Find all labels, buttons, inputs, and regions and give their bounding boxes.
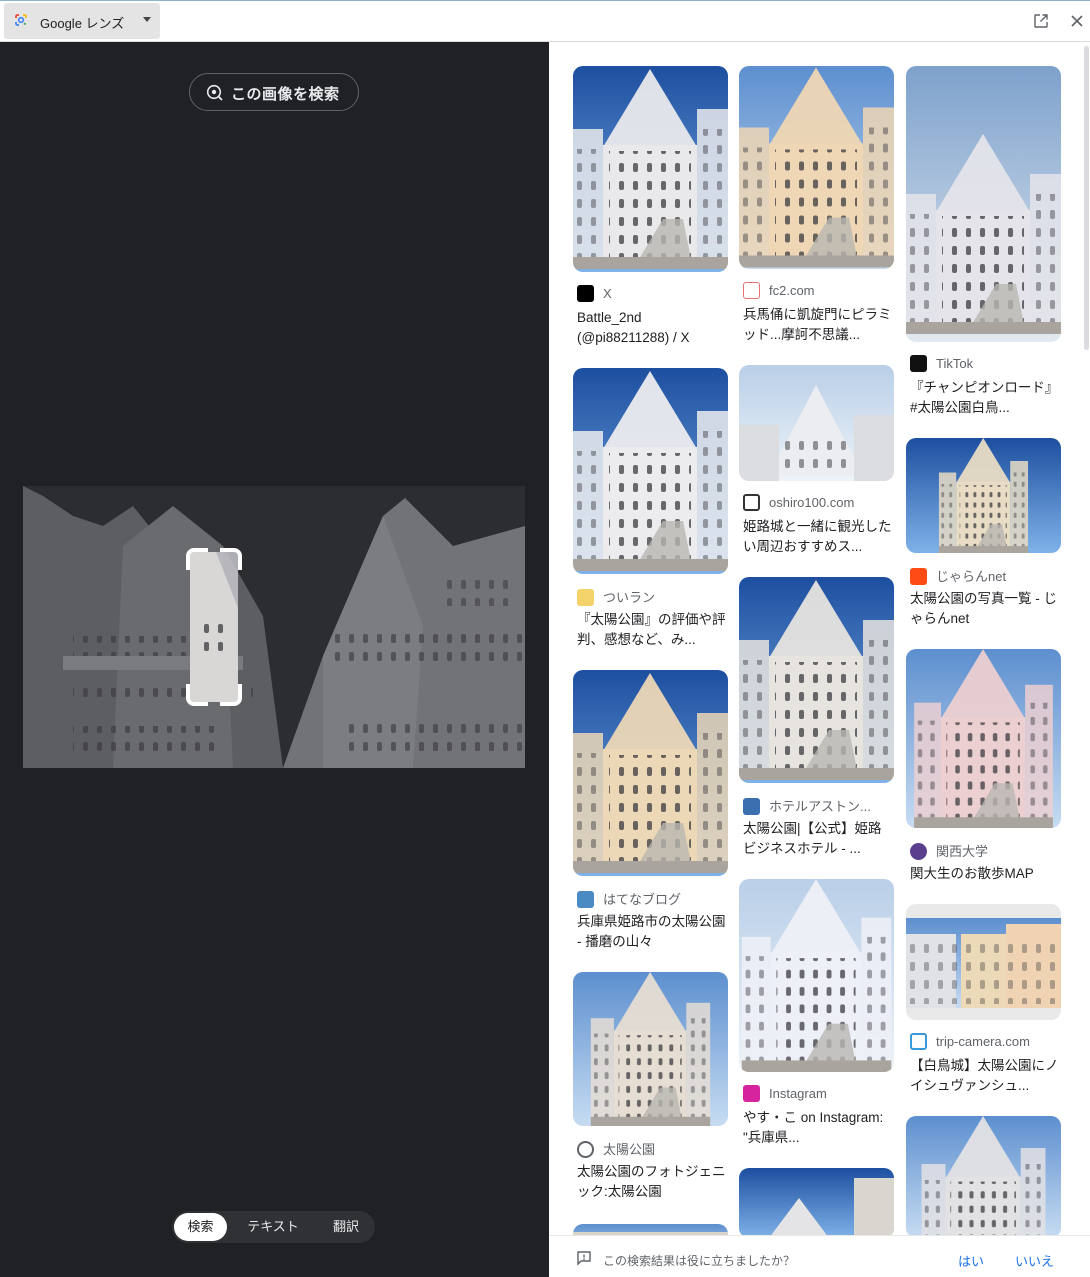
result-thumbnail[interactable]: [739, 577, 894, 783]
selection-crop-handle[interactable]: [186, 548, 242, 706]
open-in-new-icon[interactable]: [1032, 12, 1050, 30]
result-title[interactable]: 『太陽公園』の評価や評判、感想など、み...: [577, 610, 727, 650]
search-this-image-label: この画像を検索: [231, 86, 340, 103]
lens-header: Google レンズ: [0, 0, 1090, 42]
feedback-yes-button[interactable]: はい: [958, 1251, 984, 1270]
result-source: 関西大学: [910, 841, 988, 860]
result-title[interactable]: 兵馬俑に凱旋門にピラミッド...摩訶不思議...: [743, 305, 893, 345]
hotel-icon: [743, 798, 760, 815]
results-scrollbar[interactable]: [1084, 46, 1089, 350]
globe-icon: [577, 1141, 594, 1158]
feedback-bar: この検索結果は役に立ちましたか？ はい いいえ: [549, 1235, 1090, 1277]
x-icon: [577, 285, 594, 302]
result-title[interactable]: 太陽公園の写真一覧 - じゃらんnet: [910, 589, 1060, 629]
feedback-question: この検索結果は役に立ちましたか？: [603, 1254, 796, 1268]
result-title[interactable]: 関大生のお散歩MAP: [910, 864, 1060, 884]
mode-search-tab[interactable]: 検索: [174, 1213, 227, 1241]
feedback-no-button[interactable]: いいえ: [1015, 1251, 1054, 1270]
result-source: はてなブログ: [577, 889, 681, 908]
result-thumbnail[interactable]: [739, 879, 894, 1072]
query-image[interactable]: [23, 486, 525, 768]
image-search-icon: [206, 84, 223, 101]
fc2-icon: [743, 282, 760, 299]
tsuiran-icon: [577, 589, 594, 606]
result-thumbnail[interactable]: [906, 1116, 1061, 1238]
result-thumbnail[interactable]: [739, 1168, 894, 1238]
result-source: trip-camera.com: [910, 1033, 1030, 1050]
result-thumbnail[interactable]: [573, 670, 728, 876]
result-source: fc2.com: [743, 282, 815, 299]
result-source: ホテルアストン...: [743, 796, 871, 815]
result-thumbnail[interactable]: [573, 972, 728, 1126]
result-source: Instagram: [743, 1085, 827, 1102]
result-title[interactable]: 兵庫県姫路市の太陽公園 - 播磨の山々: [577, 912, 727, 952]
result-thumbnail[interactable]: [906, 438, 1061, 553]
result-title[interactable]: 太陽公園|【公式】姫路ビジネスホテル - ...: [743, 819, 893, 859]
trip-camera-icon: [910, 1033, 927, 1050]
chevron-down-icon: [143, 17, 151, 22]
result-thumbnail[interactable]: [906, 904, 1061, 1020]
kansai-univ-icon: [910, 843, 927, 860]
result-source: X: [577, 285, 612, 302]
tiktok-icon: [910, 355, 927, 372]
jalan-icon: [910, 568, 927, 585]
hatena-icon: [577, 891, 594, 908]
castle-icon: [743, 494, 760, 511]
result-source: TikTok: [910, 355, 973, 372]
result-thumbnail[interactable]: [906, 66, 1061, 342]
result-title[interactable]: Battle_2nd (@pi88211288) / X: [577, 308, 727, 348]
result-thumbnail[interactable]: [573, 368, 728, 574]
result-title[interactable]: 【白鳥城】太陽公園にノイシュヴァンシュ...: [910, 1056, 1060, 1096]
result-source: ついラン: [577, 587, 655, 606]
mode-translate-tab[interactable]: 翻訳: [320, 1211, 372, 1243]
result-source: 太陽公園: [577, 1139, 655, 1158]
mode-switcher: 検索 テキスト 翻訳: [172, 1211, 375, 1243]
google-lens-logo-icon: [15, 14, 27, 26]
close-icon[interactable]: [1068, 12, 1086, 30]
result-title[interactable]: 『チャンピオンロード』 #太陽公園白鳥...: [910, 378, 1060, 418]
feedback-icon: [577, 1251, 591, 1266]
result-thumbnail[interactable]: [906, 649, 1061, 828]
result-title[interactable]: 太陽公園のフォトジェニック:太陽公園: [577, 1162, 727, 1202]
result-thumbnail[interactable]: [573, 66, 728, 272]
result-title[interactable]: やす・こ on Instagram: "兵庫県...: [743, 1108, 893, 1148]
result-source: oshiro100.com: [743, 494, 854, 511]
result-title[interactable]: 姫路城と一緒に観光したい周辺おすすめス...: [743, 517, 893, 557]
lens-title-dropdown[interactable]: Google レンズ: [4, 3, 160, 39]
result-thumbnail[interactable]: [739, 365, 894, 481]
search-this-image-button[interactable]: この画像を検索: [189, 73, 359, 111]
result-source: じゃらんnet: [910, 566, 1006, 585]
result-thumbnail[interactable]: [739, 66, 894, 269]
lens-title: Google レンズ: [40, 16, 125, 31]
instagram-icon: [743, 1085, 760, 1102]
mode-text-tab[interactable]: テキスト: [236, 1211, 310, 1243]
